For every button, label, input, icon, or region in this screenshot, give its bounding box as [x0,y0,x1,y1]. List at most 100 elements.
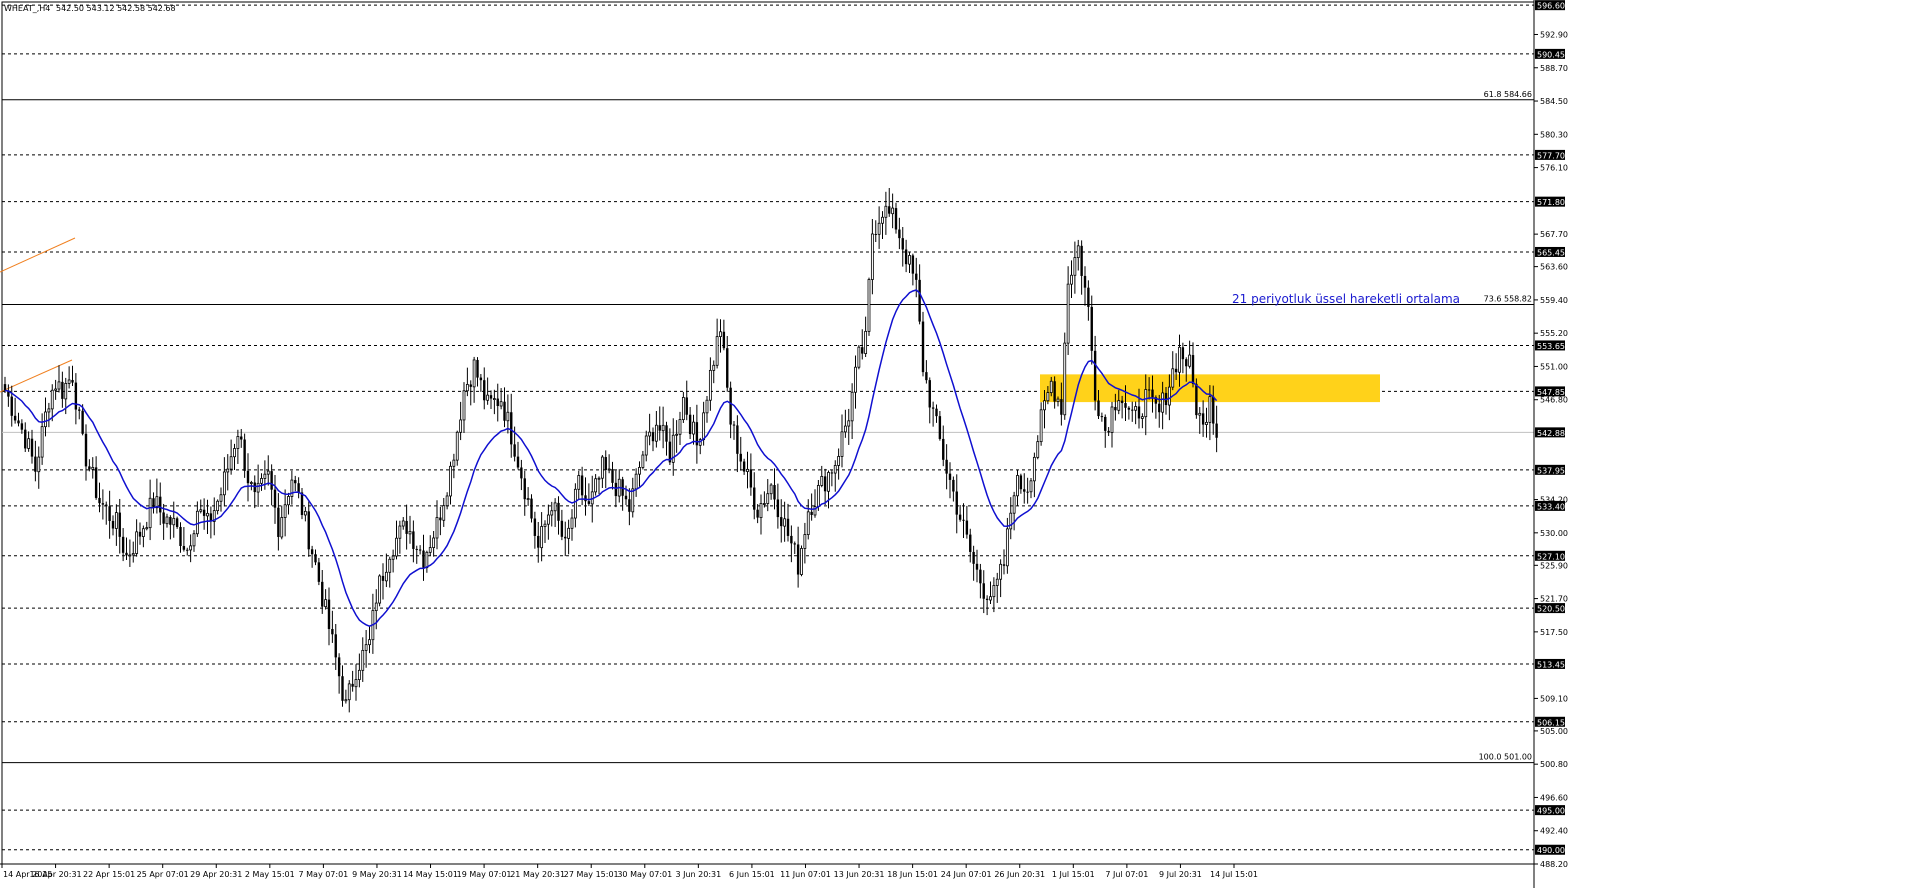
price-tick-label: 563.60 [1540,263,1568,272]
candle-body-down [1083,275,1087,288]
candle-body-up [550,510,554,516]
channel-upper-line [0,237,76,273]
candle-body-down [736,425,739,454]
candle-body-down [533,518,537,536]
candle-body-down [624,495,628,500]
candle-body-down [17,420,20,424]
candle-body-up [486,394,490,401]
time-tick-label: 29 Apr 20:31 [190,870,242,879]
candle-body-down [81,410,84,434]
time-tick-label: 13 Jun 20:31 [834,870,885,879]
candle-body-down [948,473,952,480]
candle-body-down [246,470,250,484]
candle-body-up [40,426,44,458]
price-tick-label: 592.90 [1540,30,1568,39]
candle-body-down [314,554,317,563]
candle-body-down [790,535,793,544]
candle-body-down [84,433,88,467]
candle-body-down [810,511,813,515]
candle-body-up [597,477,601,480]
candle-body-down [1212,396,1215,424]
time-axis[interactable]: 14 Apr 202516 Apr 20:31 22 Apr 15:01 25 Ap… [0,863,1534,879]
candle-body-up [1073,257,1077,276]
candle-body-up [816,485,820,508]
candle-body-up [989,596,992,601]
candle-body-down [273,489,277,508]
candle-body-up [236,436,240,449]
candle-body-down [628,499,631,512]
candle-body-up [44,411,47,428]
candle-body-down [611,469,614,483]
candle-body-down [898,229,901,239]
candle-body-up [641,454,645,468]
candle-body-down [469,384,472,387]
candle-body-down [722,331,726,349]
candle-body-down [327,599,331,630]
candle-body-up [256,482,260,493]
candle-body-up [715,336,719,366]
price-axis[interactable]: 596.60590.45577.70571.80565.45553.65547.… [1533,0,1568,888]
price-tick-label: 517.50 [1540,628,1568,637]
candle-body-down [587,501,591,504]
level-label: 577.70 [1537,151,1565,160]
candle-body-up [219,494,223,502]
chart-canvas[interactable]: 61.8 584.66 73.6 558.82 100.0 501.00 21 pe… [0,0,1916,888]
candle-body-down [911,255,915,274]
candle-body-up [573,488,577,519]
candle-body-down [580,475,584,496]
candle-body-up [50,389,54,410]
candle-body-down [928,380,931,408]
candle-body-down [1090,306,1093,351]
candle-body-down [1181,347,1185,360]
candle-body-down [111,520,115,529]
price-channel [0,237,76,393]
candle-body-up [712,364,716,371]
candle-body-up [705,399,709,414]
level-label: 490.00 [1537,846,1565,855]
candle-body-down [530,498,533,519]
candle-body-up [435,517,439,539]
candle-body-down [732,424,736,426]
candle-body-up [378,575,382,604]
candle-body-down [742,461,746,472]
candle-body-up [540,526,544,549]
candle-body-up [388,558,392,573]
candle-body-down [931,407,935,409]
level-label: 537.95 [1537,466,1565,475]
candle-body-up [506,411,510,422]
candle-body-up [499,401,503,407]
candle-body-up [702,412,706,441]
time-tick-label: 18 Jun 15:01 [887,870,938,879]
level-label: 590.45 [1537,50,1565,59]
candle-body-up [391,555,395,560]
candle-body-up [678,419,682,435]
candle-body-up [1046,392,1050,402]
candle-body-down [1023,489,1026,492]
candle-body-down [334,634,337,658]
candle-body-down [496,398,499,407]
candle-body-up [1009,512,1013,530]
time-tick-label: 14 Jul 15:01 [1210,870,1258,879]
time-tick-label: 11 Jun 07:01 [780,870,831,879]
candle-body-down [1120,400,1124,404]
level-label: 571.80 [1537,198,1565,207]
time-tick-label: 26 Jun 20:31 [994,870,1045,879]
candle-body-down [294,480,297,484]
candle-body-up [206,512,209,517]
candle-body-up [864,330,868,354]
candle-body-up [577,475,581,490]
price-chart[interactable]: 61.8 584.66 73.6 558.82 100.0 501.00 21 pe… [0,0,1916,888]
candle-body-up [1063,342,1067,416]
candle-body-up [1043,400,1046,411]
price-tick-label: 496.60 [1540,793,1568,802]
candle-body-up [857,346,861,368]
candle-body-down [202,509,206,516]
candle-body-up [472,359,476,388]
candle-body-up [449,465,452,497]
candle-body-up [1205,421,1208,425]
candle-body-down [300,492,304,515]
candle-body-up [357,669,361,680]
candle-body-down [969,534,972,552]
candle-body-down [1147,389,1151,391]
candle-body-up [1005,528,1009,567]
